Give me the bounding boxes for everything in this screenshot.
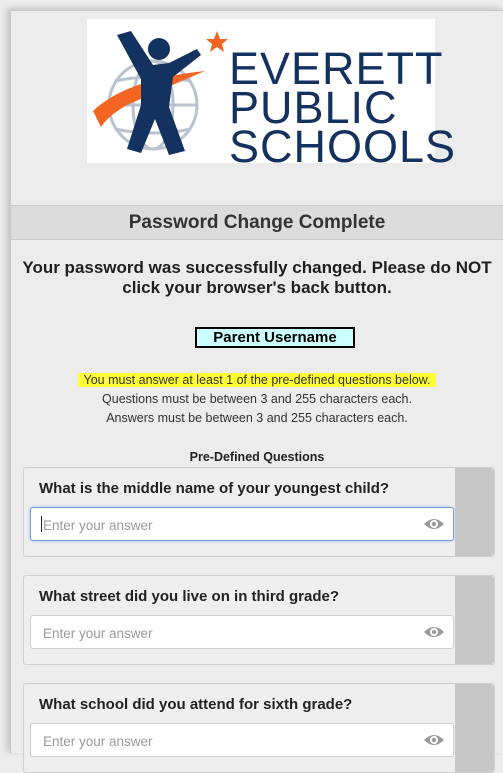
show-answer-eye-icon[interactable] xyxy=(423,625,445,639)
question-text: What school did you attend for sixth gra… xyxy=(39,696,353,713)
everett-logo: EVERETT PUBLIC SCHOOLS xyxy=(87,19,455,169)
question-card: What is the middle name of your youngest… xyxy=(23,467,495,557)
question-text: What street did you live on in third gra… xyxy=(39,588,340,605)
show-answer-eye-icon[interactable] xyxy=(423,733,445,747)
question-card: What street did you live on in third gra… xyxy=(23,575,495,665)
answer-input[interactable] xyxy=(41,508,415,542)
answer-field xyxy=(30,507,454,542)
question-side-bar xyxy=(455,576,494,664)
success-message: Your password was successfully changed. … xyxy=(22,258,492,297)
question-card: What school did you attend for sixth gra… xyxy=(23,683,495,773)
page-title: Password Change Complete xyxy=(11,205,503,240)
rules-text: You must answer at least 1 of the pre-de… xyxy=(11,371,503,428)
predefined-questions-heading: Pre-Defined Questions xyxy=(189,450,325,464)
required-notice: You must answer at least 1 of the pre-de… xyxy=(77,373,437,387)
answer-field xyxy=(30,723,454,758)
question-length-rule: Questions must be between 3 and 255 char… xyxy=(102,392,412,406)
answer-length-rule: Answers must be between 3 and 255 charac… xyxy=(106,411,408,425)
parent-username-button[interactable]: Parent Username xyxy=(195,327,355,348)
question-text: What is the middle name of your youngest… xyxy=(39,480,390,497)
question-side-bar xyxy=(455,468,494,556)
page-frame: EVERETT PUBLIC SCHOOLS Password Change C… xyxy=(10,10,503,773)
logo-wordmark: EVERETT PUBLIC SCHOOLS xyxy=(229,46,457,172)
answer-input[interactable] xyxy=(41,616,415,650)
answer-field xyxy=(30,615,454,650)
show-answer-eye-icon[interactable] xyxy=(423,517,445,531)
logo-mark-icon xyxy=(93,31,228,155)
logo-line-3: SCHOOLS xyxy=(229,121,457,172)
question-side-bar xyxy=(455,684,494,772)
